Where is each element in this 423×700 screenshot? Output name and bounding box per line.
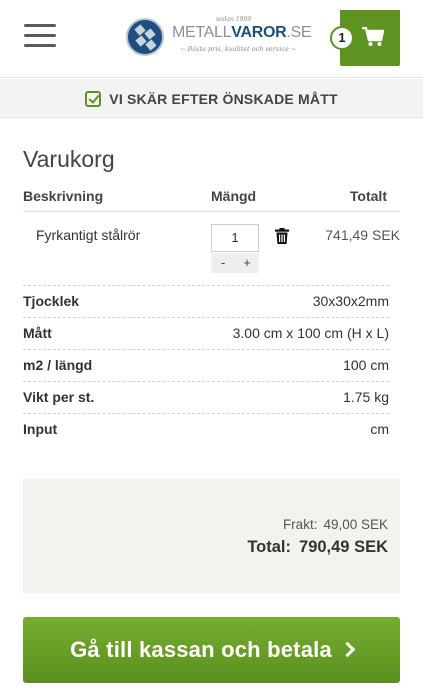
cut-to-size-banner: VI SKÄR EFTER ÖNSKADE MÅTT: [0, 79, 423, 118]
checkbox-check-icon: [85, 90, 102, 107]
column-header-description: Beskrivning: [23, 188, 104, 204]
freight-line: Frakt: 49,00 SEK: [277, 517, 388, 532]
total-label: Total:: [247, 538, 292, 556]
trash-icon[interactable]: [275, 228, 289, 244]
spec-value: 30x30x2mm: [312, 293, 389, 309]
cart-button[interactable]: 1: [330, 10, 400, 66]
cart-item-price: 741,49 SEK: [325, 227, 400, 243]
spec-value: 3.00 cm x 100 cm (H x L): [232, 325, 389, 341]
quantity-decrease-button[interactable]: -: [211, 253, 235, 273]
logo-tagline: ~ Bästa pris, kvalitet och service ~: [180, 45, 297, 53]
logo-wordmark: METALLVAROR.SE: [172, 24, 312, 42]
hamburger-menu-icon[interactable]: [24, 24, 56, 50]
spec-label: m2 / längd: [23, 357, 93, 373]
column-header-quantity: Mängd: [211, 188, 257, 204]
spec-row-length: m2 / längd 100 cm: [23, 349, 389, 381]
site-logo[interactable]: sedan 1999 METALLVAROR.SE ~ Bästa pris, …: [126, 14, 312, 60]
quantity-input[interactable]: 1: [211, 224, 259, 252]
logo-name-light: METALL: [172, 24, 232, 41]
spec-row-thickness: Tjocklek 30x30x2mm: [23, 285, 389, 317]
logo-name-bold: VAROR: [231, 24, 287, 41]
page-title: Varukorg: [23, 146, 115, 172]
spec-value: 1.75 kg: [343, 389, 389, 405]
header-divider: [23, 211, 400, 212]
total-value: 790,49 SEK: [299, 538, 388, 556]
column-header-total: Totalt: [349, 188, 387, 204]
quantity-stepper: - +: [211, 253, 259, 273]
spec-value: cm: [370, 421, 389, 437]
site-header: sedan 1999 METALLVAROR.SE ~ Bästa pris, …: [0, 0, 423, 78]
cart-item-name[interactable]: Fyrkantigt stålrör: [36, 227, 140, 243]
cart-icon: [362, 27, 384, 46]
spec-label: Mått: [23, 325, 52, 341]
grand-total-line: Total: 790,49 SEK: [239, 538, 388, 557]
quantity-increase-button[interactable]: +: [235, 253, 259, 273]
logo-since-text: sedan 1999: [216, 16, 252, 23]
spec-row-input: Input cm: [23, 413, 389, 445]
checkout-button[interactable]: Gå till kassan och betala: [23, 617, 400, 683]
logo-name-tld: .SE: [286, 24, 312, 41]
freight-label: Frakt:: [282, 517, 318, 532]
freight-value: 49,00 SEK: [323, 517, 388, 532]
spec-row-dimensions: Mått 3.00 cm x 100 cm (H x L): [23, 317, 389, 349]
chevron-right-icon: [339, 641, 356, 658]
spec-value: 100 cm: [343, 357, 389, 373]
spec-label: Tjocklek: [23, 293, 80, 309]
spec-label: Input: [23, 421, 58, 437]
banner-text: VI SKÄR EFTER ÖNSKADE MÅTT: [109, 90, 338, 107]
order-summary: Frakt: 49,00 SEK Total: 790,49 SEK: [23, 479, 400, 593]
checkout-label: Gå till kassan och betala: [70, 637, 332, 662]
cart-count-badge: 1: [330, 26, 354, 50]
spec-row-weight: Vikt per st. 1.75 kg: [23, 381, 389, 413]
logo-mark-icon: [126, 18, 164, 56]
spec-label: Vikt per st.: [23, 389, 95, 405]
